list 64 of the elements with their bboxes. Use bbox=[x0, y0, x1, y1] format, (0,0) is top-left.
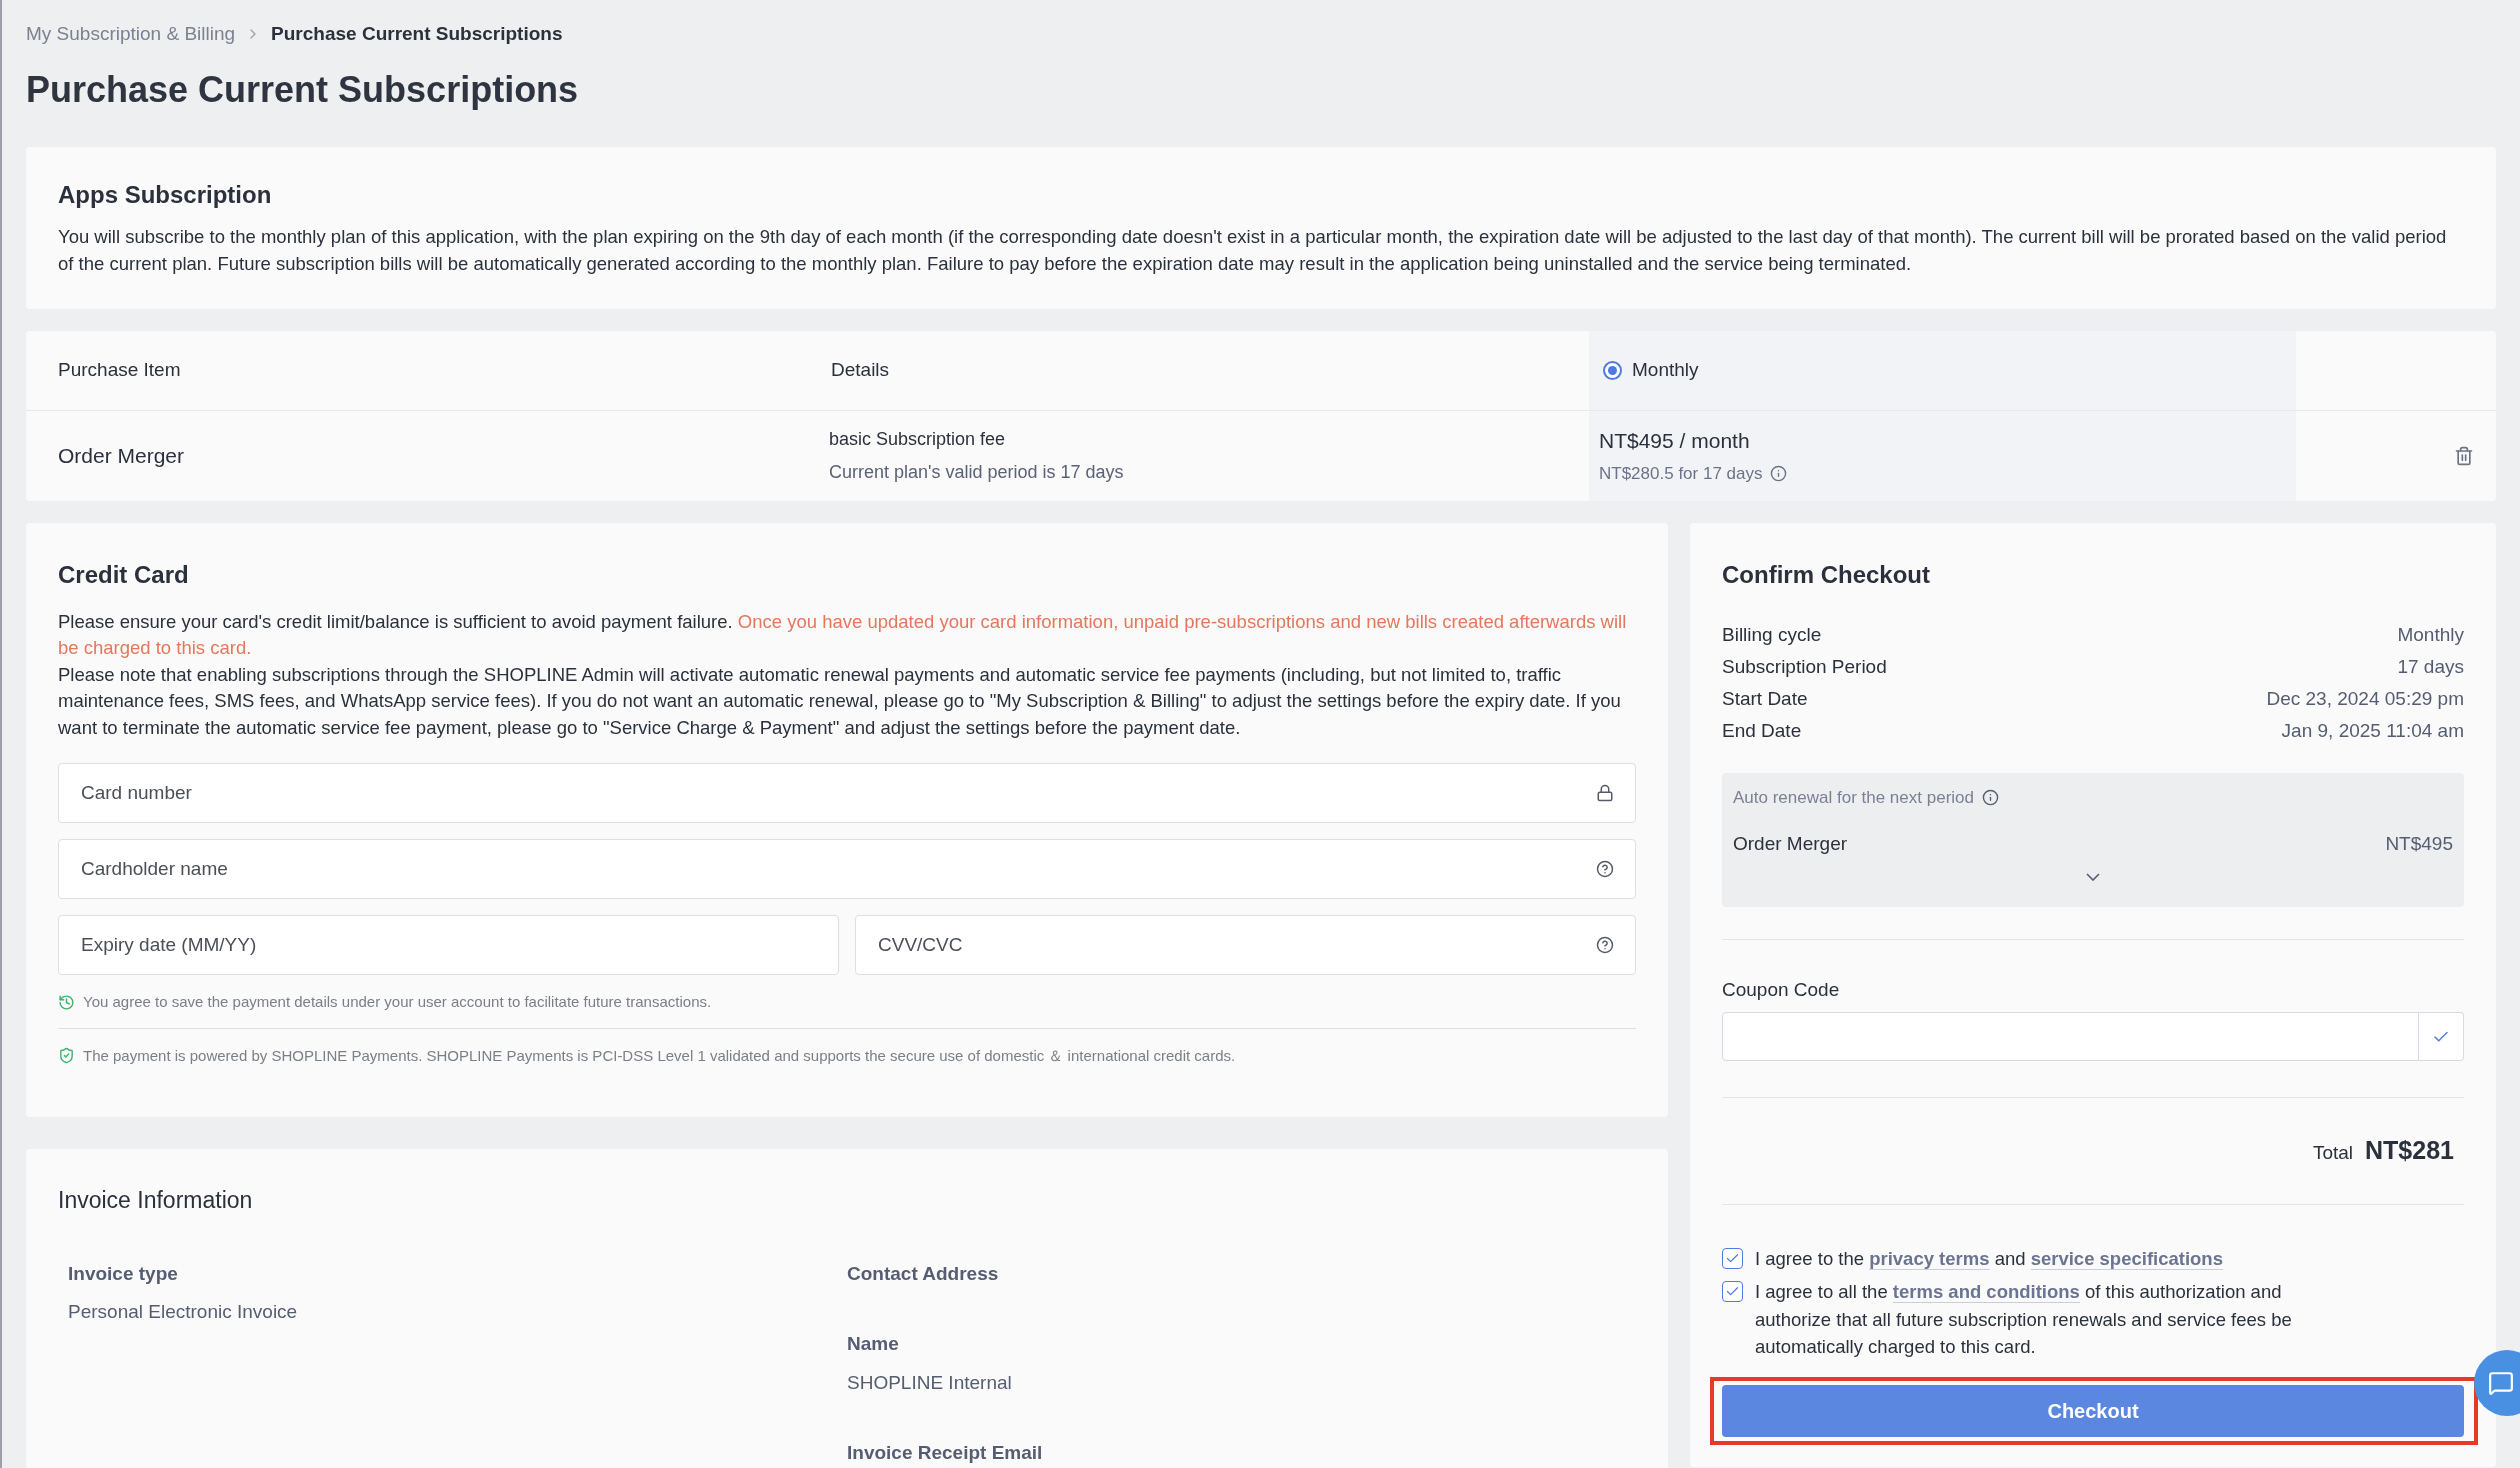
field-value: SHOPLINE Internal bbox=[847, 1370, 1013, 1395]
summary-value: Monthly bbox=[2397, 622, 2464, 647]
plan-radio[interactable]: Monthly bbox=[1603, 355, 1699, 385]
coupon-label: Coupon Code bbox=[1722, 978, 1840, 1000]
agreement-text: I agree to all the terms and conditions of this authorization and authorize that all future subscription renewals and service fees be automatically charged to this card. bbox=[1755, 1280, 2293, 1359]
input-field[interactable]: Expiry date (MM/YY) bbox=[58, 915, 839, 975]
agreement-link[interactable]: terms and conditions bbox=[1892, 1281, 2080, 1303]
coupon-field[interactable] bbox=[1722, 1012, 2419, 1061]
renewal-item: Order Merger bbox=[1733, 832, 1848, 856]
prorated-text: NT$280.5 for 17 days bbox=[1599, 462, 1763, 485]
agreement-text: I agree to the privacy terms and service specifications bbox=[1755, 1246, 2224, 1272]
input-field[interactable]: CVV/CVC bbox=[855, 915, 1636, 975]
expand-button[interactable] bbox=[2086, 872, 2100, 881]
note-text: Please note that enabling subscriptions through the SHOPLINE Admin will activate automatic renewal payments and automatic service fee payments (including, but not limited to, traffic maintenance fees, SMS fees, and WhatsApp service fees). If you do not want an automatic renewal, please go to "My Subscription & Billing" to adjust the settings before the expiry date. If you want to terminate the automatic service fee payment, please go to "Service Charge & Payment" and adjust the settings before the payment date. bbox=[58, 662, 1622, 740]
summary-label: Subscription Period bbox=[1722, 654, 1887, 679]
lock-icon bbox=[1596, 784, 1614, 802]
agreement-link[interactable]: privacy terms bbox=[1869, 1247, 1990, 1270]
summary-value: Jan 9, 2025 11:04 am bbox=[2281, 718, 2464, 743]
agreement-checkbox[interactable] bbox=[1722, 1247, 1743, 1269]
save-note: You agree to save the payment details under your user account to facilitate future transactions. bbox=[83, 992, 712, 1012]
table-cell-text: basic Subscription fee bbox=[829, 427, 1007, 451]
summary-value: 17 days bbox=[2397, 654, 2464, 679]
history-icon bbox=[58, 993, 75, 1011]
checkout-button[interactable]: Checkout bbox=[1722, 1384, 2464, 1437]
input-field[interactable]: Card number bbox=[58, 763, 1636, 823]
chevron-down-icon bbox=[2086, 872, 2100, 881]
summary-label: Billing cycle bbox=[1722, 622, 1822, 647]
card-title: Invoice Information bbox=[58, 1186, 254, 1215]
agreement-checkbox[interactable] bbox=[1722, 1281, 1743, 1302]
table-cell-text: Order Merger bbox=[58, 442, 185, 469]
field-label: Invoice Receipt Email bbox=[847, 1441, 1044, 1465]
table-header: Details bbox=[774, 330, 1589, 411]
delete-button[interactable] bbox=[2454, 445, 2474, 466]
card-title: Confirm Checkout bbox=[1722, 559, 1931, 590]
renewal-price: NT$495 bbox=[2385, 832, 2453, 856]
page-title: Purchase Current Subscriptions bbox=[26, 67, 580, 112]
table-header: Purchase Item bbox=[26, 330, 774, 411]
table-cell-text: Current plan's valid period is 17 days bbox=[829, 460, 1125, 484]
summary-label: Start Date bbox=[1722, 686, 1808, 711]
field-label: Name bbox=[847, 1332, 900, 1356]
notice-text: Please ensure your card's credit limit/balance is sufficient to avoid payment failure. Once you have updated your card information, unpaid pre-subscriptions and new bills created afterwards will be charged to this card. bbox=[58, 609, 1628, 660]
info-icon bbox=[1770, 464, 1788, 482]
summary-label: End Date bbox=[1722, 718, 1802, 743]
agreement-link[interactable]: service specifications bbox=[2030, 1247, 2223, 1270]
field-label: Invoice type bbox=[68, 1261, 179, 1286]
help-icon bbox=[1596, 936, 1614, 954]
input-field[interactable]: Cardholder name bbox=[58, 839, 1636, 899]
renewal-title: Auto renewal for the next period bbox=[1733, 786, 1974, 809]
total-label: Total bbox=[2312, 1141, 2354, 1165]
field-label: Contact Address bbox=[847, 1261, 1000, 1286]
summary-value: Dec 23, 2024 05:29 pm bbox=[2266, 686, 2464, 711]
total-value: NT$281 bbox=[2365, 1135, 2454, 1166]
card-title: Apps Subscription bbox=[58, 179, 273, 210]
shield-icon bbox=[58, 1047, 75, 1065]
security-note: The payment is powered by SHOPLINE Payments. SHOPLINE Payments is PCI-DSS Level 1 validated and supports the secure use of domestic ＆ international credit cards. bbox=[83, 1045, 1236, 1066]
breadcrumb-item[interactable]: My Subscription & Billing bbox=[26, 20, 236, 49]
price-text: NT$495 / month bbox=[1599, 428, 1751, 454]
help-icon bbox=[1596, 860, 1614, 878]
description-text: You will subscribe to the monthly plan of this application, with the plan expiring on the 9th day of each month (if the corresponding date doesn't exist in a particular month, the expiration date will be adjusted to the last day of that month). The current bill will be prorated based on the valid period of the current plan. Future subscription bills will be automatically generated according to the monthly plan. Failure to pay before the expiration date may result in the application being uninstalled and the service being terminated. bbox=[58, 224, 2448, 276]
card-title: Credit Card bbox=[58, 559, 190, 590]
chat-icon bbox=[2488, 1370, 2514, 1396]
breadcrumb-item: Purchase Current Subscriptions bbox=[271, 22, 563, 46]
field-value: Personal Electronic Invoice bbox=[68, 1300, 299, 1324]
info-icon bbox=[1982, 788, 1999, 806]
